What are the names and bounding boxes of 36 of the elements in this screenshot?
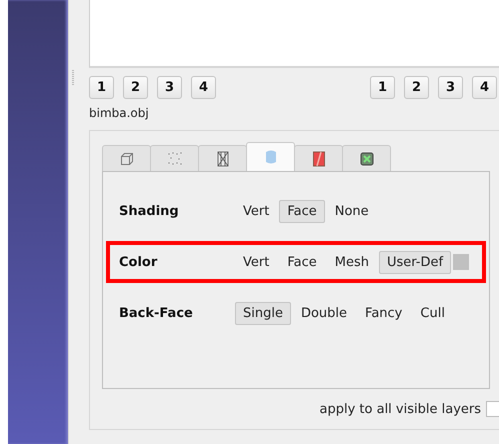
- row-label: Back-Face: [119, 306, 194, 320]
- view-button[interactable]: 1: [370, 76, 395, 99]
- row-label: Color: [119, 254, 158, 270]
- tab[interactable]: [294, 145, 343, 171]
- color-swatch[interactable]: [453, 254, 470, 270]
- option-button[interactable]: Face: [279, 200, 325, 222]
- cylinder-icon: [264, 149, 276, 165]
- view-button[interactable]: 4: [191, 76, 216, 99]
- view-button[interactable]: 1: [89, 76, 114, 99]
- file-name: bimba.obj: [89, 106, 150, 122]
- option-button[interactable]: User-Def: [378, 250, 452, 274]
- option-button[interactable]: Face: [279, 250, 325, 274]
- option-button[interactable]: Vert: [235, 250, 278, 274]
- option-button[interactable]: Fancy: [357, 302, 410, 324]
- splitter-handle-icon[interactable]: [72, 70, 75, 86]
- view-button[interactable]: 4: [472, 76, 497, 99]
- cube-icon: [120, 152, 134, 166]
- view-button[interactable]: 3: [438, 76, 463, 99]
- option-button[interactable]: Cull: [412, 302, 453, 324]
- option-button[interactable]: None: [326, 200, 377, 222]
- wireframe-icon: [216, 150, 228, 166]
- option-button[interactable]: Double: [292, 302, 356, 324]
- row-label: Shading: [119, 204, 180, 218]
- option-button[interactable]: Single: [235, 302, 291, 324]
- box-icon: [312, 150, 324, 166]
- view-button[interactable]: 2: [123, 76, 148, 99]
- view-button[interactable]: 3: [157, 76, 182, 99]
- option-button[interactable]: Vert: [235, 200, 278, 222]
- checkbox-label: apply to all visible layers: [320, 402, 481, 416]
- checkbox[interactable]: [486, 401, 499, 417]
- option-button[interactable]: Mesh: [326, 250, 377, 274]
- mesh-icon: [360, 152, 374, 166]
- tab[interactable]: [102, 145, 151, 171]
- tab[interactable]: [342, 145, 391, 171]
- tab[interactable]: [198, 145, 247, 171]
- view-button[interactable]: 2: [404, 76, 429, 99]
